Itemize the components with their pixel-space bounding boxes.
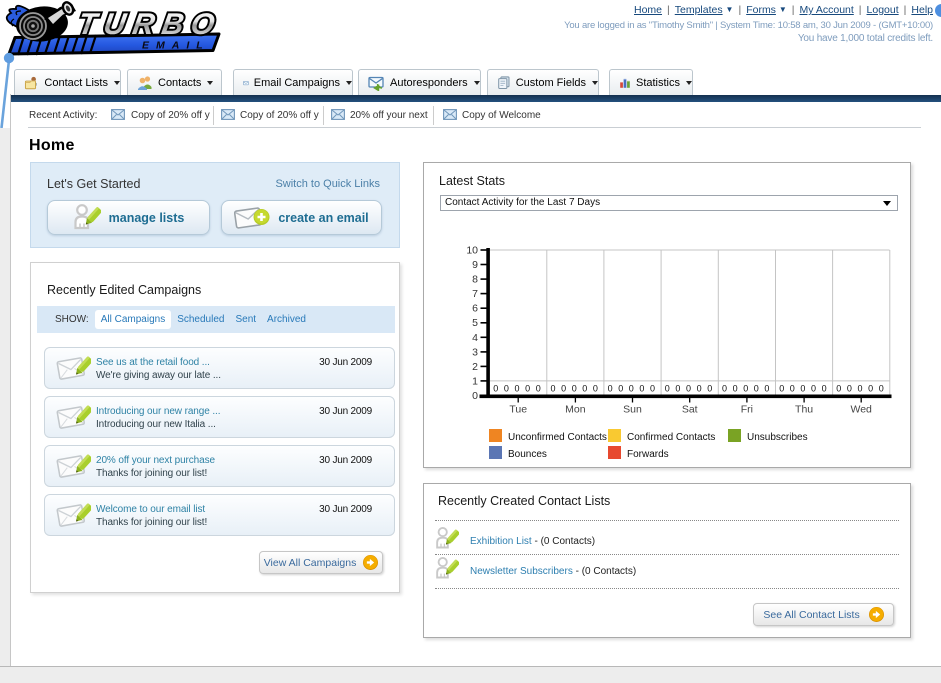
svg-text:0: 0	[764, 384, 769, 394]
svg-text:0: 0	[697, 384, 702, 394]
svg-text:0: 0	[857, 384, 862, 394]
svg-text:2: 2	[472, 361, 478, 373]
svg-text:9: 9	[472, 259, 478, 271]
svg-text:Fri: Fri	[741, 404, 753, 416]
svg-text:0: 0	[472, 390, 478, 402]
svg-text:0: 0	[525, 384, 530, 394]
svg-text:0: 0	[536, 384, 541, 394]
svg-text:0: 0	[707, 384, 712, 394]
svg-text:0: 0	[779, 384, 784, 394]
svg-text:0: 0	[514, 384, 519, 394]
svg-text:0: 0	[836, 384, 841, 394]
svg-text:Sat: Sat	[682, 404, 698, 416]
svg-text:0: 0	[608, 384, 613, 394]
svg-text:Wed: Wed	[850, 404, 872, 416]
svg-text:0: 0	[675, 384, 680, 394]
svg-text:0: 0	[593, 384, 598, 394]
svg-text:4: 4	[472, 332, 478, 344]
svg-text:1: 1	[472, 375, 478, 387]
svg-text:0: 0	[639, 384, 644, 394]
svg-text:Sun: Sun	[623, 404, 642, 416]
svg-text:0: 0	[800, 384, 805, 394]
svg-text:0: 0	[868, 384, 873, 394]
svg-text:0: 0	[665, 384, 670, 394]
svg-text:0: 0	[582, 384, 587, 394]
svg-text:7: 7	[472, 288, 478, 300]
svg-text:0: 0	[650, 384, 655, 394]
svg-text:0: 0	[686, 384, 691, 394]
svg-text:0: 0	[733, 384, 738, 394]
svg-text:Mon: Mon	[565, 404, 586, 416]
svg-text:0: 0	[493, 384, 498, 394]
svg-text:Thu: Thu	[795, 404, 813, 416]
svg-text:0: 0	[618, 384, 623, 394]
svg-text:0: 0	[743, 384, 748, 394]
svg-text:6: 6	[472, 303, 478, 315]
svg-text:10: 10	[466, 245, 478, 257]
svg-text:3: 3	[472, 346, 478, 358]
svg-text:0: 0	[754, 384, 759, 394]
svg-text:0: 0	[572, 384, 577, 394]
svg-text:0: 0	[790, 384, 795, 394]
svg-text:EMAIL: EMAIL	[142, 40, 210, 52]
svg-text:0: 0	[550, 384, 555, 394]
svg-text:8: 8	[472, 274, 478, 286]
svg-text:0: 0	[811, 384, 816, 394]
svg-text:0: 0	[561, 384, 566, 394]
svg-text:0: 0	[504, 384, 509, 394]
svg-text:0: 0	[847, 384, 852, 394]
svg-text:0: 0	[722, 384, 727, 394]
svg-text:Tue: Tue	[509, 404, 527, 416]
svg-text:0: 0	[822, 384, 827, 394]
svg-text:5: 5	[472, 317, 478, 329]
svg-text:0: 0	[629, 384, 634, 394]
svg-text:0: 0	[879, 384, 884, 394]
